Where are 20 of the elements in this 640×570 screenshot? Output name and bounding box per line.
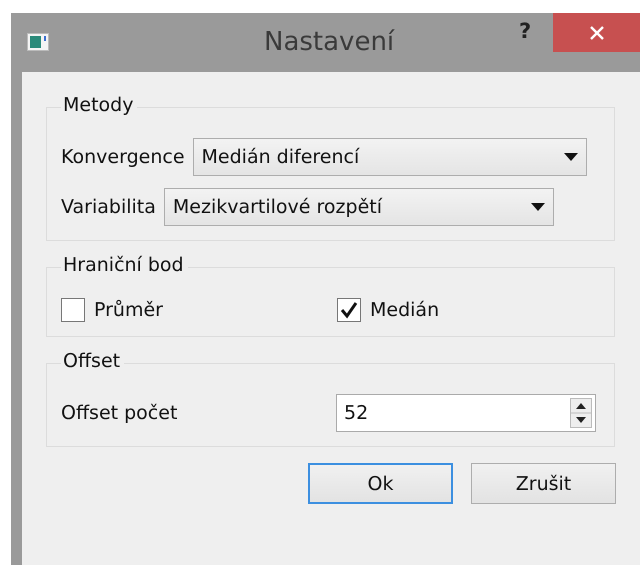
dropdown[interactable]: Medián diferencí: [192, 138, 587, 176]
window-title: Nastavení: [264, 27, 394, 57]
group-title: Metody: [61, 94, 138, 116]
dialog-button[interactable]: Ok: [308, 463, 453, 504]
checkbox[interactable]: [337, 298, 361, 322]
checkbox[interactable]: [61, 298, 85, 322]
spin-arrows-icon[interactable]: [570, 398, 592, 428]
caret-icon: [530, 203, 545, 211]
dropdown[interactable]: Mezikvartilové rozpětí: [164, 188, 554, 226]
field-label: Offset počet: [61, 402, 178, 424]
dialog-button[interactable]: Zrušit: [471, 463, 616, 504]
help-button[interactable]: ?: [509, 15, 542, 47]
field-label: Variabilita: [61, 196, 156, 218]
app-icon: [27, 33, 49, 51]
close-button[interactable]: [553, 13, 640, 52]
checkbox-label[interactable]: Medián: [370, 299, 440, 321]
checkbox-label[interactable]: Průměr: [94, 299, 163, 321]
spin-box[interactable]: 52: [336, 394, 596, 432]
field-label: Konvergence: [61, 146, 185, 168]
caret-icon: [564, 153, 578, 161]
